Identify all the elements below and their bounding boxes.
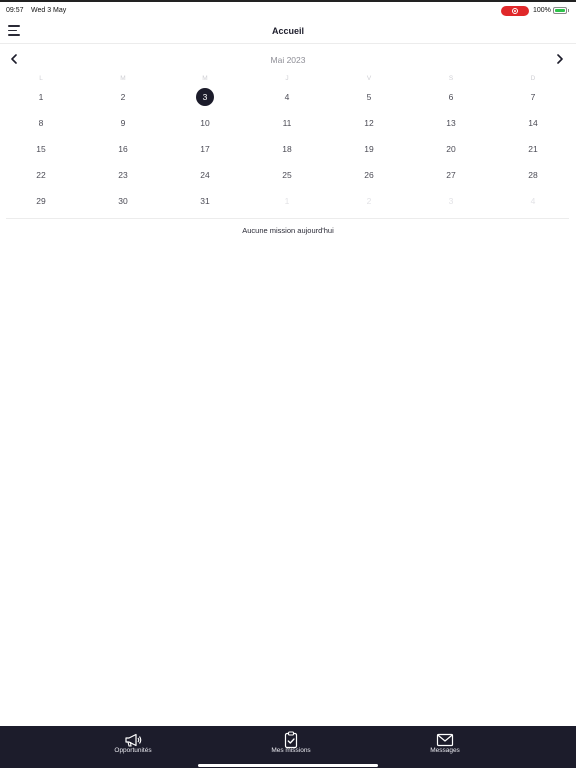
tab-mes-missions[interactable]: Mes missions [231, 726, 351, 768]
calendar-day[interactable]: 16 [82, 144, 164, 154]
calendar-day[interactable]: 20 [410, 144, 492, 154]
calendar-day[interactable]: 8 [0, 118, 82, 128]
calendar-day[interactable]: 21 [492, 144, 574, 154]
tab-label: Messages [430, 747, 460, 754]
calendar-day[interactable]: 28 [492, 170, 574, 180]
empty-state-message: Aucune mission aujourd'hui [242, 226, 334, 235]
calendar-day[interactable]: 5 [328, 92, 410, 102]
calendar-day-selected[interactable]: 3 [164, 88, 246, 106]
calendar-day[interactable]: 30 [82, 196, 164, 206]
month-label: Mai 2023 [270, 55, 306, 65]
tab-opportunites[interactable]: Opportunités [73, 726, 193, 768]
calendar-day-outside-month[interactable]: 3 [410, 196, 492, 206]
status-time: 09:57 [6, 7, 24, 14]
calendar-day[interactable]: 6 [410, 92, 492, 102]
calendar-day[interactable]: 9 [82, 118, 164, 128]
calendar-day[interactable]: 29 [0, 196, 82, 206]
calendar-day[interactable]: 4 [246, 92, 328, 102]
weekday-label: J [285, 75, 289, 82]
record-icon [512, 8, 518, 14]
weekday-label: L [39, 75, 43, 82]
battery-level [555, 9, 565, 12]
tab-label: Mes missions [271, 747, 311, 754]
calendar-day[interactable]: 23 [82, 170, 164, 180]
weekday-header: LMMJVSD [0, 75, 576, 87]
calendar-day[interactable]: 10 [164, 118, 246, 128]
calendar-day-outside-month[interactable]: 2 [328, 196, 410, 206]
battery-icon [553, 7, 569, 14]
calendar-day[interactable]: 15 [0, 144, 82, 154]
calendar-day[interactable]: 18 [246, 144, 328, 154]
battery-percentage: 100% [533, 7, 551, 14]
chevron-right-icon[interactable] [553, 52, 567, 66]
status-bar: 09:57 Wed 3 May 100% [0, 0, 576, 18]
calendar-day[interactable]: 17 [164, 144, 246, 154]
calendar-day[interactable]: 11 [246, 118, 328, 128]
weekday-label: M [202, 75, 208, 82]
calendar-day[interactable]: 13 [410, 118, 492, 128]
tab-bar: Opportunités Mes missions Messages [0, 726, 576, 768]
divider [6, 218, 569, 219]
calendar-day[interactable]: 14 [492, 118, 574, 128]
calendar-day[interactable]: 27 [410, 170, 492, 180]
tab-label: Opportunités [114, 747, 152, 754]
status-date: Wed 3 May [31, 7, 67, 14]
page-title: Accueil [271, 26, 304, 36]
calendar-day[interactable]: 2 [82, 92, 164, 102]
navigation-bar: Accueil [0, 18, 576, 44]
home-indicator [198, 764, 378, 767]
month-selector: Mai 2023 [0, 48, 576, 70]
calendar-day[interactable]: 26 [328, 170, 410, 180]
weekday-label: D [530, 75, 536, 82]
calendar-day[interactable]: 24 [164, 170, 246, 180]
calendar-day[interactable]: 25 [246, 170, 328, 180]
weekday-label: M [120, 75, 126, 82]
weekday-label: S [448, 75, 454, 82]
screen-recording-indicator[interactable] [501, 6, 529, 16]
calendar-day[interactable]: 22 [0, 170, 82, 180]
calendar-day[interactable]: 12 [328, 118, 410, 128]
weekday-label: V [366, 75, 372, 82]
calendar-day-outside-month[interactable]: 4 [492, 196, 574, 206]
calendar-day-outside-month[interactable]: 1 [246, 196, 328, 206]
calendar-day[interactable]: 7 [492, 92, 574, 102]
calendar-day[interactable]: 31 [164, 196, 246, 206]
calendar-day[interactable]: 1 [0, 92, 82, 102]
tab-messages[interactable]: Messages [385, 726, 505, 768]
calendar-day[interactable]: 19 [328, 144, 410, 154]
selected-day-badge: 3 [196, 88, 214, 106]
